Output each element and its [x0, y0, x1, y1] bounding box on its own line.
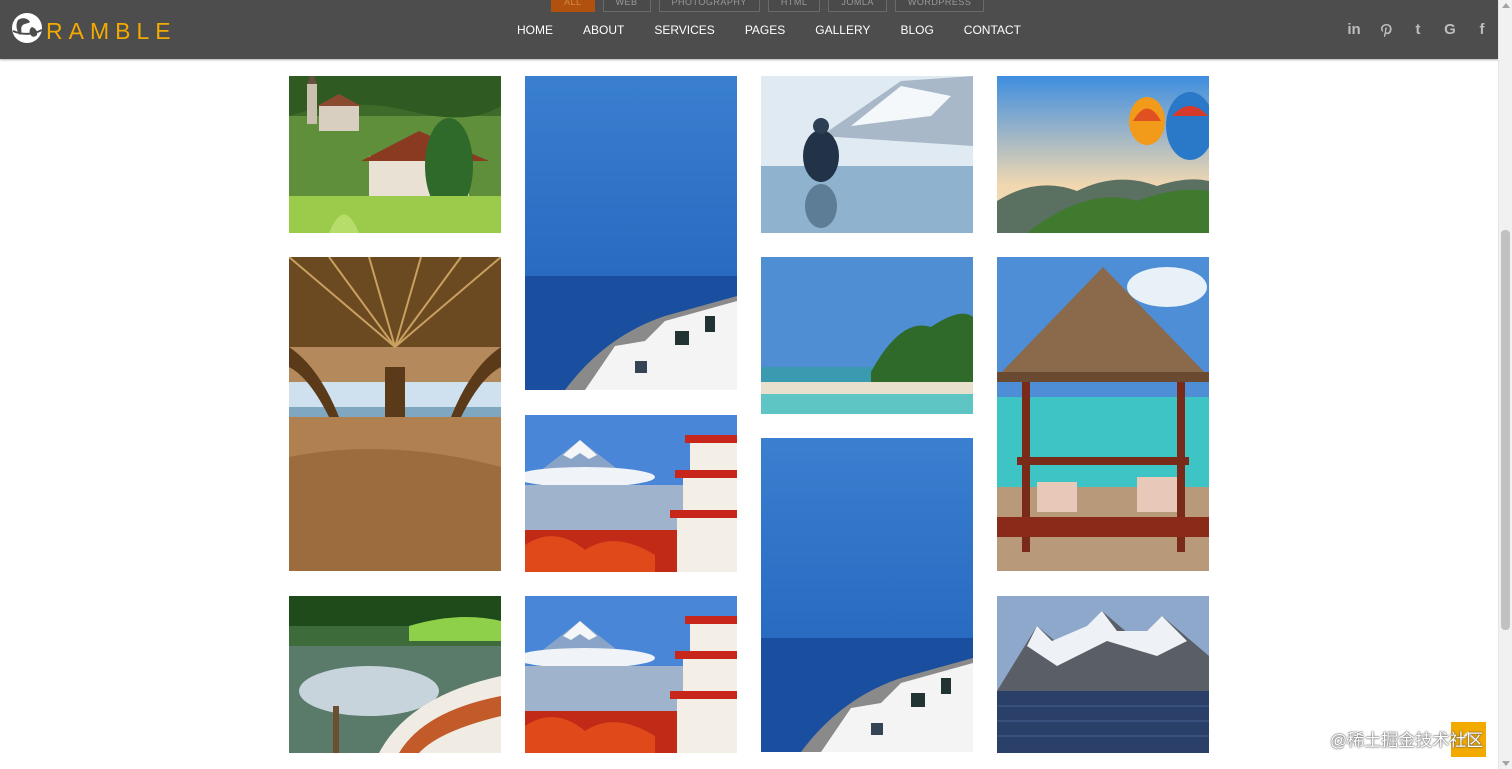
linkedin-icon[interactable]: in — [1338, 21, 1370, 38]
watermark: @稀土掘金技术社区 — [1330, 731, 1484, 750]
village-church-image — [289, 76, 501, 233]
gallery-item[interactable] — [525, 415, 737, 572]
filter-wordpress[interactable]: WORDPRESS — [894, 0, 985, 12]
gallery-item[interactable] — [525, 76, 737, 390]
nav-contact[interactable]: CONTACT — [949, 23, 1036, 37]
snowy-mountains-image — [997, 596, 1209, 753]
beach-gazebo-image — [997, 257, 1209, 571]
filter-web[interactable]: WEB — [602, 0, 651, 12]
filter-photography[interactable]: PHOTOGRAPHY — [658, 0, 760, 12]
tumblr-icon[interactable]: t — [1402, 21, 1434, 38]
santorini-image — [525, 76, 737, 390]
brand-name: RAMBLE — [46, 17, 177, 44]
google-icon[interactable]: G — [1434, 21, 1466, 38]
pinterest-icon[interactable] — [1370, 21, 1402, 38]
ice-meditation-image — [761, 76, 973, 233]
nav-blog[interactable]: BLOG — [885, 23, 948, 37]
tropical-beach-image — [761, 257, 973, 414]
lake-boat-image — [289, 596, 501, 753]
scroll-down-arrow-icon[interactable] — [1502, 761, 1510, 766]
gallery-item[interactable] — [997, 257, 1209, 571]
scroll-up-arrow-icon[interactable] — [1502, 3, 1510, 8]
portfolio-filters: ALL WEB PHOTOGRAPHY HTML JOMLA WORDPRESS — [551, 0, 985, 12]
filter-html[interactable]: HTML — [767, 0, 821, 12]
gallery-item[interactable] — [289, 76, 501, 233]
facebook-icon[interactable]: f — [1466, 21, 1498, 38]
fuji-pagoda-image — [525, 415, 737, 572]
nav-about[interactable]: ABOUT — [568, 23, 639, 37]
gallery-item[interactable] — [997, 76, 1209, 233]
nav-services[interactable]: SERVICES — [639, 23, 729, 37]
santorini-image — [761, 438, 973, 752]
gallery-item[interactable] — [761, 76, 973, 233]
logo[interactable]: RAMBLE — [10, 11, 177, 45]
scroll-thumb[interactable] — [1501, 230, 1510, 630]
gallery-item[interactable] — [997, 596, 1209, 753]
globe-logo-icon — [12, 13, 43, 43]
gallery-item[interactable] — [761, 438, 973, 752]
gallery-item[interactable] — [289, 596, 501, 753]
filter-all[interactable]: ALL — [551, 0, 595, 12]
gallery-item[interactable] — [289, 257, 501, 571]
nav-home[interactable]: HOME — [502, 23, 568, 37]
gallery-item[interactable] — [525, 596, 737, 753]
fuji-pagoda-image — [525, 596, 737, 753]
gallery-item[interactable] — [761, 257, 973, 414]
page-scrollbar[interactable] — [1498, 0, 1512, 769]
under-pier-image — [289, 257, 501, 571]
nav-gallery[interactable]: GALLERY — [800, 23, 885, 37]
social-links: in t G f — [1338, 0, 1498, 59]
nav-pages[interactable]: PAGES — [730, 23, 800, 37]
filter-joomla[interactable]: JOMLA — [828, 0, 887, 12]
hot-air-balloons-image — [997, 76, 1209, 233]
